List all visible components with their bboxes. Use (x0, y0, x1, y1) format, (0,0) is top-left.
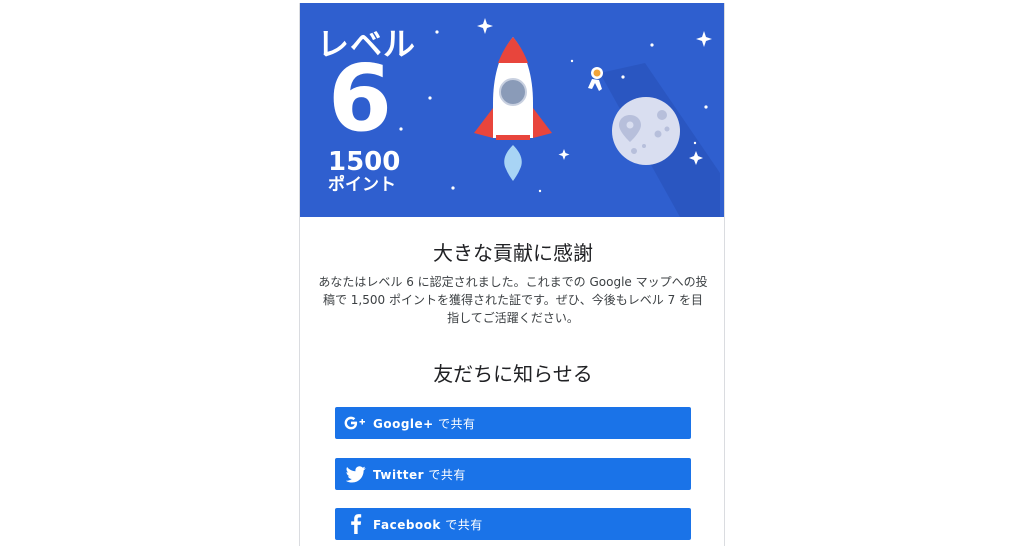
share-service-name: Facebook (373, 517, 441, 532)
facebook-icon (343, 514, 369, 534)
moon-icon (612, 97, 680, 165)
astronaut-icon (588, 67, 603, 91)
points-number: 1500 (328, 147, 401, 177)
share-suffix: で共有 (433, 416, 476, 431)
share-twitter-button[interactable]: Twitter で共有 (335, 458, 691, 490)
share-google-plus-button[interactable]: Google+ で共有 (335, 407, 691, 439)
level-card: レベル 6 1500 ポイント 大きな貢献に感謝 あなたはレベル 6 に認定され… (299, 3, 725, 546)
share-facebook-button[interactable]: Facebook で共有 (335, 508, 691, 540)
share-service-name: Google+ (373, 416, 434, 431)
share-suffix: で共有 (424, 467, 466, 482)
points-unit: ポイント (328, 175, 396, 195)
level-message: あなたはレベル 6 に認定されました。これまでの Google マップへの投稿で… (318, 275, 708, 325)
level-banner: レベル 6 1500 ポイント (300, 3, 724, 217)
share-service-name: Twitter (373, 467, 425, 482)
level-number: 6 (328, 45, 393, 152)
thanks-heading: 大きな貢献に感謝 (433, 241, 593, 265)
google-plus-icon (343, 413, 369, 433)
share-heading: 友だちに知らせる (433, 362, 593, 386)
rocket-icon (474, 37, 552, 181)
twitter-icon (343, 464, 369, 484)
share-suffix: で共有 (440, 517, 483, 532)
